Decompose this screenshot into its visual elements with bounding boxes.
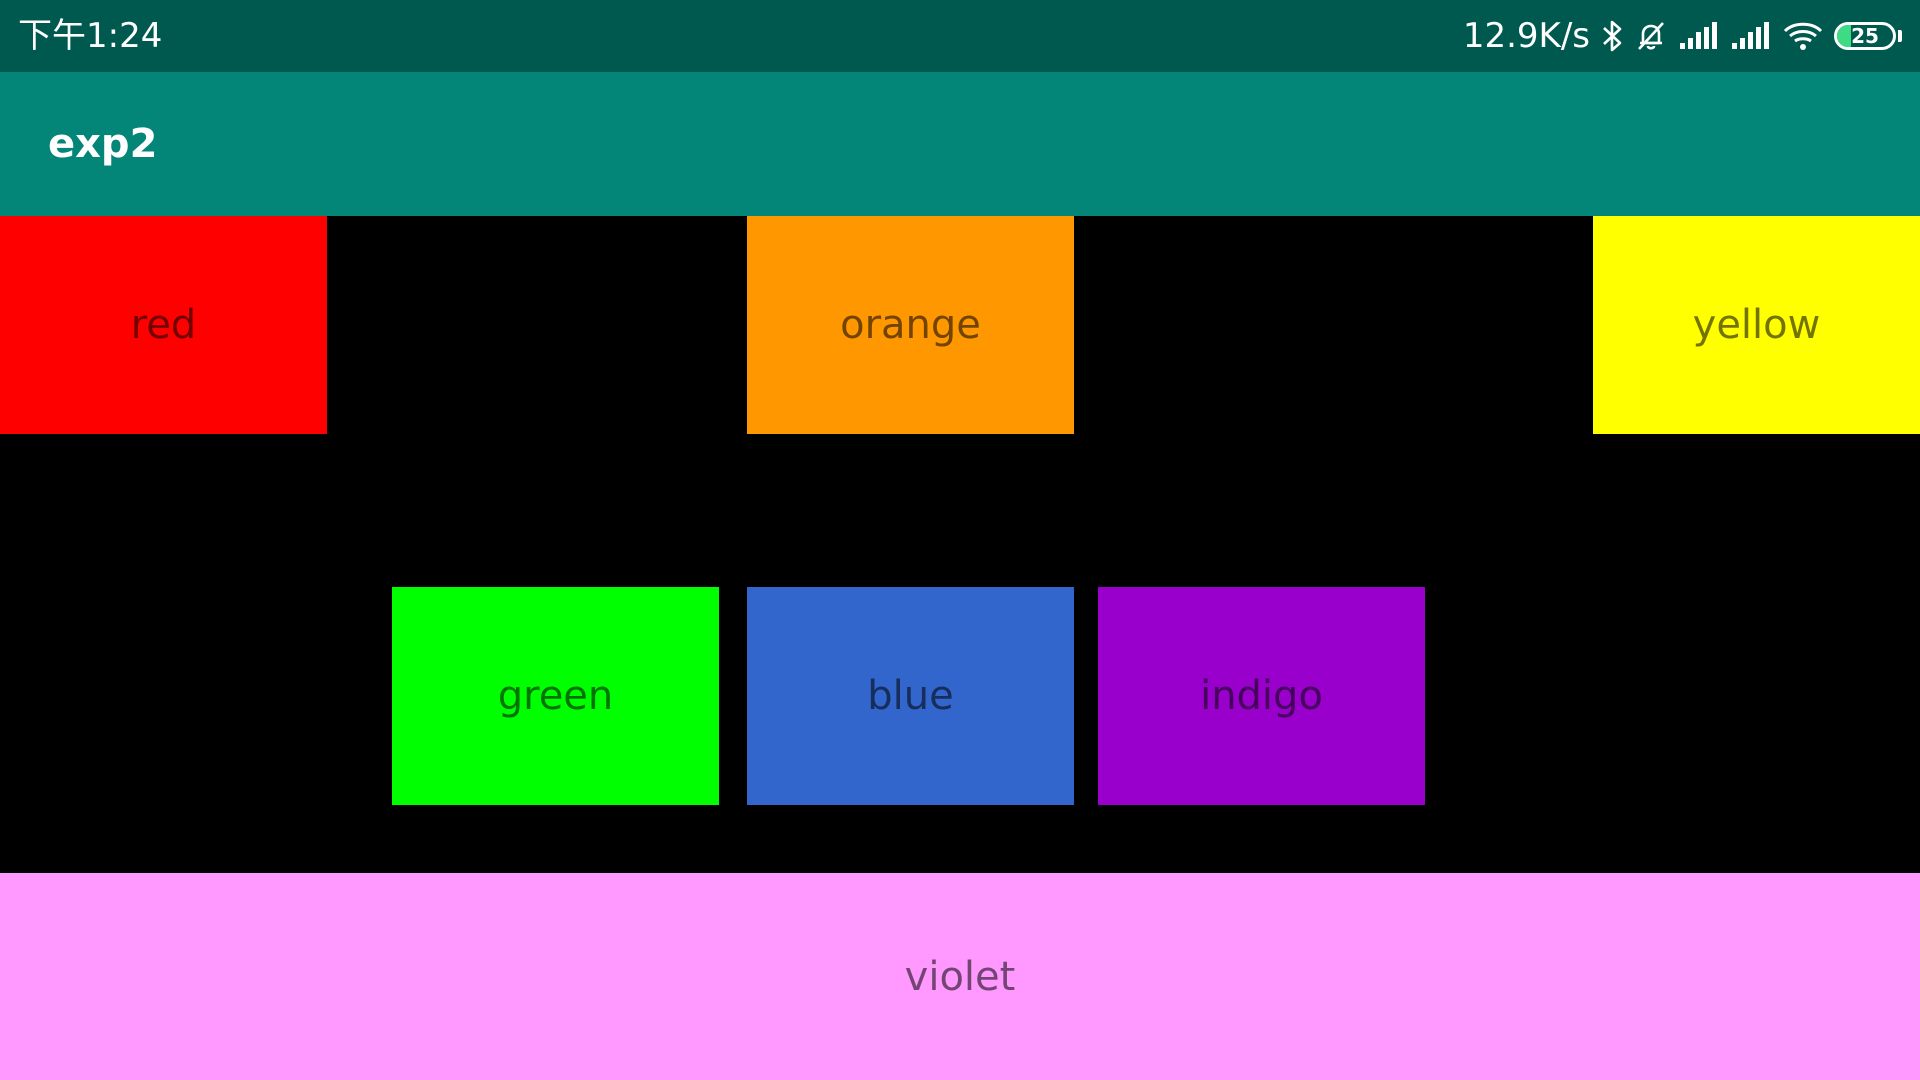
color-box-label: yellow: [1692, 302, 1821, 348]
color-box-indigo[interactable]: indigo: [1098, 587, 1425, 805]
color-box-label: violet: [904, 953, 1016, 1000]
app-bar: exp2: [0, 72, 1920, 216]
battery-tip: [1898, 30, 1902, 42]
color-box-blue[interactable]: blue: [747, 587, 1074, 805]
bluetooth-icon: [1600, 19, 1624, 53]
status-time: 下午1:24: [18, 16, 163, 56]
color-box-label: red: [130, 302, 197, 348]
color-box-label: orange: [840, 302, 981, 348]
color-box-label: blue: [867, 673, 954, 719]
bell-off-icon: [1634, 19, 1668, 53]
battery-level: 25: [1851, 24, 1879, 48]
screen: 下午1:24 12.9K/s 25 exp2 red orange yellow…: [0, 0, 1920, 1080]
color-box-label: indigo: [1200, 673, 1323, 719]
network-speed: 12.9K/s: [1462, 16, 1590, 56]
color-box-yellow[interactable]: yellow: [1593, 216, 1920, 434]
status-indicators: 12.9K/s 25: [1463, 0, 1902, 72]
color-box-green[interactable]: green: [392, 587, 719, 805]
wifi-icon: [1782, 20, 1824, 52]
color-box-violet[interactable]: violet: [0, 873, 1920, 1080]
signal-icon: [1730, 21, 1772, 51]
signal-icon: [1678, 21, 1720, 51]
color-box-label: green: [497, 673, 614, 719]
app-title: exp2: [48, 121, 158, 167]
battery-icon: 25: [1834, 22, 1896, 50]
color-box-red[interactable]: red: [0, 216, 327, 434]
color-box-orange[interactable]: orange: [747, 216, 1074, 434]
status-bar: 下午1:24 12.9K/s 25: [0, 0, 1920, 72]
